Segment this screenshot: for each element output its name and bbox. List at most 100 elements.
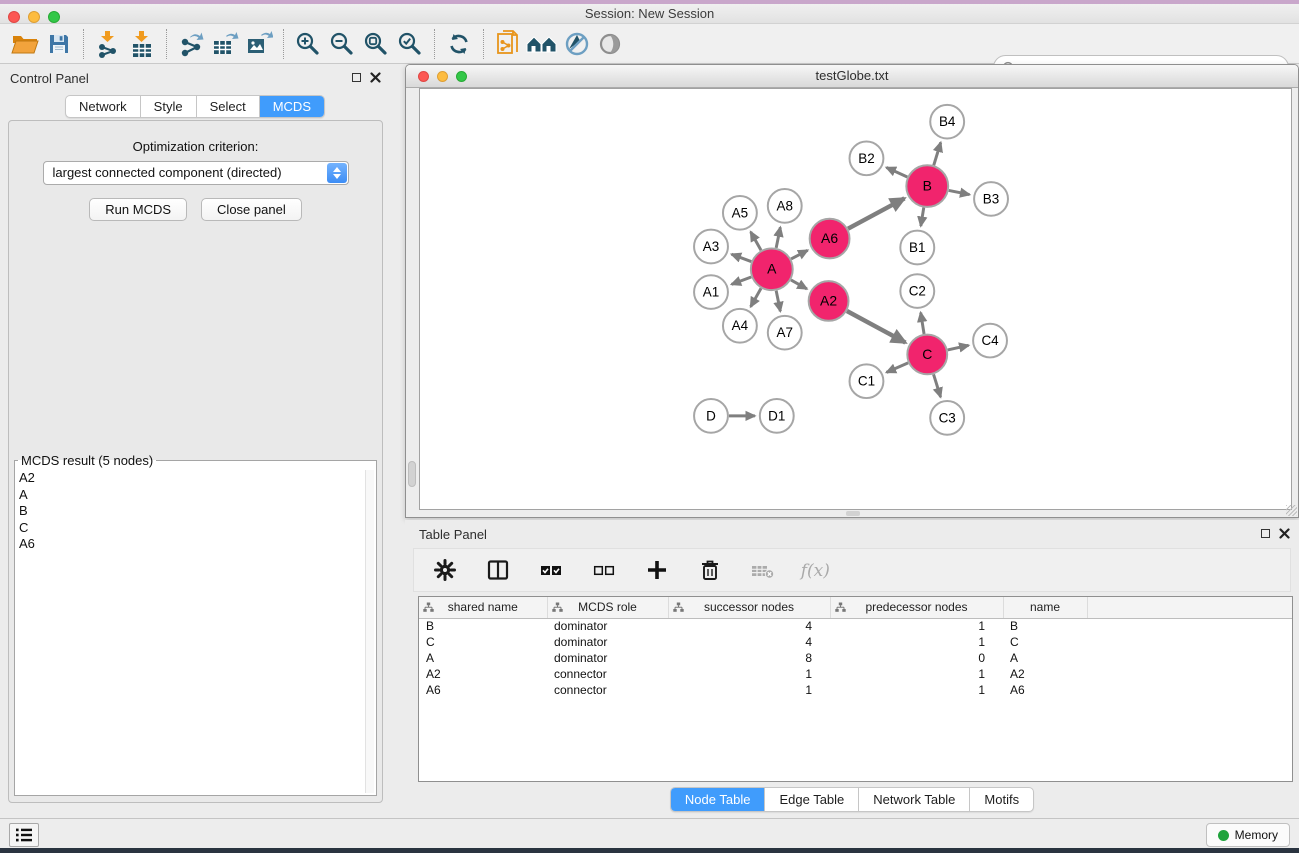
graph-edge-B-B1[interactable] [921, 208, 924, 226]
graph-edge-C-C4[interactable] [948, 345, 969, 350]
tab-network-table[interactable]: Network Table [859, 788, 970, 811]
close-panel-button[interactable]: Close panel [201, 198, 302, 221]
zoom-selected-button[interactable] [393, 28, 427, 60]
graph-edge-A6-B[interactable] [848, 198, 904, 228]
graph-node-label: A [767, 261, 777, 277]
show-graphics-details-button[interactable] [593, 28, 627, 60]
graph-edge-A-A3[interactable] [732, 254, 752, 261]
control-panel: Control Panel NetworkStyleSelectMCDS Opt… [0, 64, 390, 818]
create-column-button[interactable] [640, 554, 674, 586]
close-panel-icon[interactable] [370, 72, 381, 83]
close-network-button[interactable] [418, 71, 429, 82]
resize-grip[interactable] [1286, 505, 1297, 516]
column-header-MCDS-role[interactable]: MCDS role [547, 597, 668, 618]
graph-edge-B-B2[interactable] [886, 167, 907, 177]
graph-edge-A-A6[interactable] [791, 250, 808, 259]
result-item[interactable]: C [19, 520, 362, 537]
checked-boxes-icon [539, 558, 563, 582]
table-panel-title: Table Panel [419, 527, 487, 542]
show-column-button[interactable] [481, 554, 515, 586]
control-panel-title: Control Panel [10, 71, 89, 86]
graph-edge-A-A2[interactable] [791, 280, 807, 289]
tab-mcds[interactable]: MCDS [260, 96, 324, 117]
table-row[interactable]: Bdominator41B [419, 618, 1292, 634]
graph-edge-A-A8[interactable] [776, 227, 780, 248]
tab-edge-table[interactable]: Edge Table [765, 788, 859, 811]
column-header-shared-name[interactable]: shared name [419, 597, 547, 618]
select-all-checkboxes-button[interactable] [534, 554, 568, 586]
result-item[interactable]: A6 [19, 536, 362, 553]
export-table-button[interactable] [208, 28, 242, 60]
network-view-window: testGlobe.txt B4B2BB3A8A5A6A3B1AC2A1A2A4… [405, 64, 1299, 518]
network-from-document-button[interactable] [491, 28, 525, 60]
run-mcds-button[interactable]: Run MCDS [89, 198, 187, 221]
save-session-button[interactable] [42, 28, 76, 60]
shared-column-icon [835, 602, 846, 613]
graph-edge-A-A7[interactable] [776, 291, 780, 312]
graph-node-label: C1 [858, 374, 875, 389]
tab-node-table[interactable]: Node Table [671, 788, 766, 811]
graph-edge-C-C2[interactable] [921, 313, 924, 334]
delete-column-button[interactable] [693, 554, 727, 586]
table-row[interactable]: Cdominator41C [419, 634, 1292, 650]
graph-node-label: A6 [821, 230, 838, 246]
column-header-predecessor-nodes[interactable]: predecessor nodes [830, 597, 1003, 618]
criterion-dropdown[interactable]: largest connected component (directed) [43, 161, 349, 185]
tab-style[interactable]: Style [141, 96, 197, 117]
zoom-window-button[interactable] [48, 11, 60, 23]
float-table-panel-icon[interactable] [1261, 529, 1270, 538]
result-scrollbar[interactable] [365, 470, 374, 793]
export-image-button[interactable] [242, 28, 276, 60]
table-row[interactable]: Adominator80A [419, 650, 1292, 666]
import-network-button[interactable] [91, 28, 125, 60]
export-network-button[interactable] [174, 28, 208, 60]
graph-edge-B-B4[interactable] [934, 142, 941, 165]
graph-edge-A2-C[interactable] [847, 311, 905, 343]
graph-edge-A-A1[interactable] [732, 277, 752, 284]
zoom-network-button[interactable] [456, 71, 467, 82]
network-horizontal-scrollbar-thumb[interactable] [846, 511, 860, 516]
zoom-out-button[interactable] [325, 28, 359, 60]
column-header-successor-nodes[interactable]: successor nodes [668, 597, 830, 618]
import-table-button[interactable] [125, 28, 159, 60]
table-row[interactable]: A6connector11A6 [419, 682, 1292, 698]
zoom-fit-button[interactable] [359, 28, 393, 60]
tab-network[interactable]: Network [66, 96, 141, 117]
network-canvas[interactable]: B4B2BB3A8A5A6A3B1AC2A1A2A4A7C4CC1DD1C3 [419, 88, 1292, 510]
table-settings-button[interactable] [428, 554, 462, 586]
graph-edge-A-A4[interactable] [751, 288, 761, 306]
network-vertical-scrollbar-thumb[interactable] [408, 461, 416, 487]
graph-edge-B-B3[interactable] [949, 190, 970, 194]
import-table-icon [129, 30, 155, 58]
hide-labels-button[interactable] [559, 28, 593, 60]
graph-edge-C-C1[interactable] [886, 363, 908, 373]
column-header-name[interactable]: name [1003, 597, 1087, 618]
close-table-panel-icon[interactable] [1279, 528, 1290, 539]
panel-list-button[interactable] [9, 823, 39, 847]
result-item[interactable]: A2 [19, 470, 362, 487]
cybrowser-home-button[interactable] [525, 28, 559, 60]
tab-motifs[interactable]: Motifs [970, 788, 1033, 811]
float-panel-icon[interactable] [352, 73, 361, 82]
zoom-out-icon [329, 31, 355, 57]
open-session-button[interactable] [8, 28, 42, 60]
result-item[interactable]: A [19, 487, 362, 504]
graph-node-label: A4 [732, 318, 749, 333]
graph-edge-A-A5[interactable] [751, 232, 761, 250]
deselect-all-checkboxes-button[interactable] [587, 554, 621, 586]
graph-edge-C-C3[interactable] [934, 374, 941, 397]
gear-icon [433, 558, 457, 582]
result-item[interactable]: B [19, 503, 362, 520]
mcds-result-title: MCDS result (5 nodes) [18, 453, 156, 468]
zoom-in-button[interactable] [291, 28, 325, 60]
minimize-window-button[interactable] [28, 11, 40, 23]
minimize-network-button[interactable] [437, 71, 448, 82]
tab-select[interactable]: Select [197, 96, 260, 117]
delete-table-button-disabled [746, 554, 780, 586]
close-window-button[interactable] [8, 11, 20, 23]
main-toolbar [0, 24, 1299, 64]
table-row[interactable]: A2connector11A2 [419, 666, 1292, 682]
memory-button[interactable]: Memory [1206, 823, 1290, 847]
zoom-in-icon [295, 31, 321, 57]
refresh-button[interactable] [442, 28, 476, 60]
